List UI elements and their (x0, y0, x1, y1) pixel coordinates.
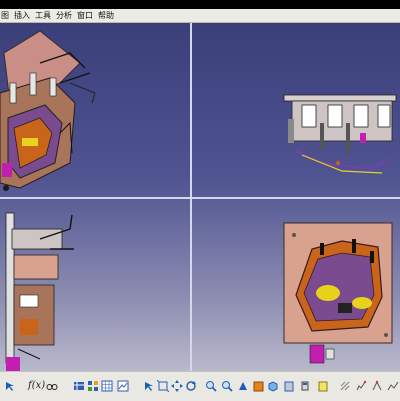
iso-view-icon[interactable] (266, 379, 280, 393)
measure-icon[interactable] (316, 379, 330, 393)
viewport-bottom-left[interactable] (0, 199, 190, 371)
viewport-top-left[interactable] (0, 23, 190, 197)
shading-icon[interactable] (252, 379, 266, 393)
help-arrow-icon[interactable] (3, 379, 17, 393)
multi-view-icon[interactable] (86, 379, 100, 393)
sketch-icon[interactable] (354, 379, 368, 393)
hide-show-icon[interactable] (282, 379, 296, 393)
menu-bar: 图 插入 工具 分析 窗口 帮助 (0, 9, 400, 23)
bottom-toolbar: f(x) (0, 371, 400, 401)
graph-view-icon[interactable] (386, 379, 400, 393)
select-arrow-icon[interactable] (142, 379, 156, 393)
viewport-area[interactable] (0, 23, 400, 371)
zoom-out-icon[interactable] (220, 379, 234, 393)
properties-icon[interactable] (338, 379, 352, 393)
grid-icon[interactable] (100, 379, 114, 393)
fit-all-icon[interactable] (156, 379, 170, 393)
binoculars-icon[interactable] (45, 379, 59, 393)
normal-view-icon[interactable] (236, 379, 250, 393)
viewport-top-right[interactable] (192, 23, 400, 197)
formula-label[interactable]: f(x) (28, 380, 45, 391)
title-bar (0, 0, 400, 9)
rotate-icon[interactable] (184, 379, 198, 393)
fixture-model-side-view (5, 212, 74, 371)
menu-view[interactable]: 图 (1, 9, 9, 22)
viewport-bottom-right[interactable] (192, 199, 400, 371)
menu-analyze[interactable]: 分析 (56, 9, 72, 22)
fixture-model-isometric (0, 30, 96, 191)
swap-visible-icon[interactable] (298, 379, 312, 393)
zoom-in-icon[interactable] (204, 379, 218, 393)
table-icon[interactable] (72, 379, 86, 393)
fixture-model-top-view (283, 94, 397, 174)
pan-icon[interactable] (170, 379, 184, 393)
menu-tools[interactable]: 工具 (35, 9, 51, 22)
menu-help[interactable]: 帮助 (98, 9, 114, 22)
snap-icon[interactable] (370, 379, 384, 393)
fixture-model-front-view (283, 222, 393, 364)
menu-window[interactable]: 窗口 (77, 9, 93, 22)
graph-icon[interactable] (116, 379, 130, 393)
menu-insert[interactable]: 插入 (14, 9, 30, 22)
